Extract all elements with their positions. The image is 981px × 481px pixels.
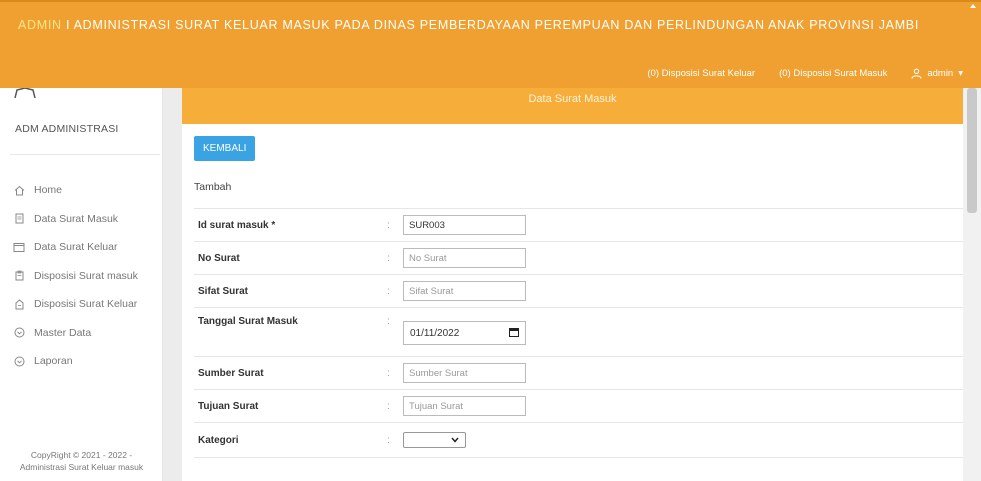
top-nav: (0) Disposisi Surat Keluar (0) Disposisi… (647, 68, 963, 79)
disposisi-masuk-link[interactable]: (0) Disposisi Surat Masuk (779, 68, 887, 79)
sumber-surat-input[interactable] (403, 363, 526, 383)
form-row-kategori: Kategori : (194, 422, 963, 458)
brand-label: ADMIN (18, 18, 62, 32)
form-row-sumber-surat: Sumber Surat : (194, 356, 963, 389)
tujuan-surat-input[interactable] (403, 396, 526, 416)
form-colon: : (387, 367, 390, 379)
app-title-text: I ADMINISTRASI SURAT KELUAR MASUK PADA D… (61, 18, 920, 32)
page-scrollbar[interactable] (963, 88, 981, 481)
calendar-icon (509, 327, 519, 340)
no-surat-input[interactable] (403, 248, 526, 268)
form-row-tujuan-surat: Tujuan Surat : (194, 389, 963, 422)
avatar (14, 87, 36, 99)
disposisi-keluar-link[interactable]: (0) Disposisi Surat Keluar (647, 68, 755, 79)
main-content: Data Surat Masuk KEMBALI Tambah Id surat… (182, 88, 963, 481)
sidebar: ADM ADMINISTRASI Home Data Surat Masuk D… (0, 87, 163, 481)
form-label: Tujuan Surat (198, 400, 259, 412)
circle-chevron-icon (13, 327, 25, 339)
copyright: CopyRight © 2021 - 2022 - Administrasi S… (0, 449, 163, 473)
date-value: 01/11/2022 (410, 327, 460, 339)
sidebar-brand: ADM ADMINISTRASI (15, 123, 119, 135)
user-menu[interactable]: admin ▾ (911, 68, 963, 79)
sidebar-item-disposisi-surat-masuk[interactable]: Disposisi Surat masuk (0, 262, 163, 291)
sidebar-item-label: Laporan (34, 355, 73, 368)
sifat-surat-input[interactable] (403, 281, 526, 301)
form-colon: : (387, 252, 390, 264)
sidebar-item-label: Data Surat Keluar (34, 241, 118, 254)
form-label: No Surat (198, 252, 240, 264)
sidebar-item-data-surat-masuk[interactable]: Data Surat Masuk (0, 205, 163, 234)
sidebar-item-label: Data Surat Masuk (34, 212, 119, 225)
form-row-tanggal-surat-masuk: Tanggal Surat Masuk : 01/11/2022 (194, 307, 963, 356)
form-label: Kategori (198, 434, 239, 446)
form-colon: : (387, 285, 390, 297)
app-title: ADMIN I ADMINISTRASI SURAT KELUAR MASUK … (18, 18, 919, 32)
form-colon: : (387, 219, 390, 231)
form-row-sifat-surat: Sifat Surat : (194, 274, 963, 307)
tanggal-surat-masuk-input[interactable]: 01/11/2022 (403, 321, 526, 345)
sidebar-item-disposisi-surat-keluar[interactable]: Disposisi Surat Keluar (0, 290, 163, 319)
sidebar-divider (10, 154, 160, 155)
inbox-icon (13, 298, 25, 310)
sidebar-item-home[interactable]: Home (0, 176, 163, 205)
form-label: Tanggal Surat Masuk (198, 316, 298, 327)
form-colon: : (387, 316, 390, 327)
scrollbar-thumb[interactable] (967, 88, 977, 213)
form-label: Id surat masuk * (198, 219, 276, 231)
sidebar-item-master-data[interactable]: Master Data (0, 319, 163, 348)
copyright-line-2: Administrasi Surat Keluar masuk (19, 462, 144, 472)
scroll-up-icon[interactable] (970, 4, 976, 8)
form-row-no-surat: No Surat : (194, 241, 963, 274)
copyright-line-1: CopyRight © 2021 - 2022 - (30, 450, 133, 460)
form-label: Sifat Surat (198, 285, 249, 297)
sidebar-item-label: Master Data (34, 326, 92, 339)
home-icon (13, 184, 25, 196)
sidebar-item-laporan[interactable]: Laporan (0, 347, 163, 376)
sidebar-item-data-surat-keluar[interactable]: Data Surat Keluar (0, 233, 163, 262)
clipboard-icon (13, 270, 25, 282)
panel-title: Data Surat Masuk (182, 88, 963, 124)
form-label: Sumber Surat (198, 367, 264, 379)
window-icon (13, 241, 25, 253)
sidebar-item-label: Home (34, 184, 63, 197)
sidebar-menu: Home Data Surat Masuk Data Surat Keluar … (0, 176, 163, 376)
sidebar-item-label: Disposisi Surat masuk (34, 269, 138, 282)
chevron-down-icon (451, 434, 459, 446)
kategori-select[interactable] (403, 432, 466, 448)
top-header: ADMIN I ADMINISTRASI SURAT KELUAR MASUK … (0, 0, 981, 88)
id-surat-masuk-input[interactable] (403, 215, 526, 235)
form-colon: : (387, 434, 390, 446)
sidebar-gutter (163, 88, 182, 481)
form-table: Id surat masuk * : No Surat : Sifat Sura… (194, 208, 963, 458)
sidebar-item-label: Disposisi Surat Keluar (34, 298, 138, 311)
section-label: Tambah (194, 181, 232, 193)
user-icon (911, 68, 922, 79)
back-button[interactable]: KEMBALI (194, 136, 256, 161)
document-icon (13, 213, 25, 225)
form-colon: : (387, 400, 390, 412)
chevron-down-icon: ▾ (958, 68, 963, 79)
circle-chevron-icon (13, 355, 25, 367)
form-row-id-surat-masuk: Id surat masuk * : (194, 208, 963, 241)
user-name: admin (927, 68, 954, 79)
